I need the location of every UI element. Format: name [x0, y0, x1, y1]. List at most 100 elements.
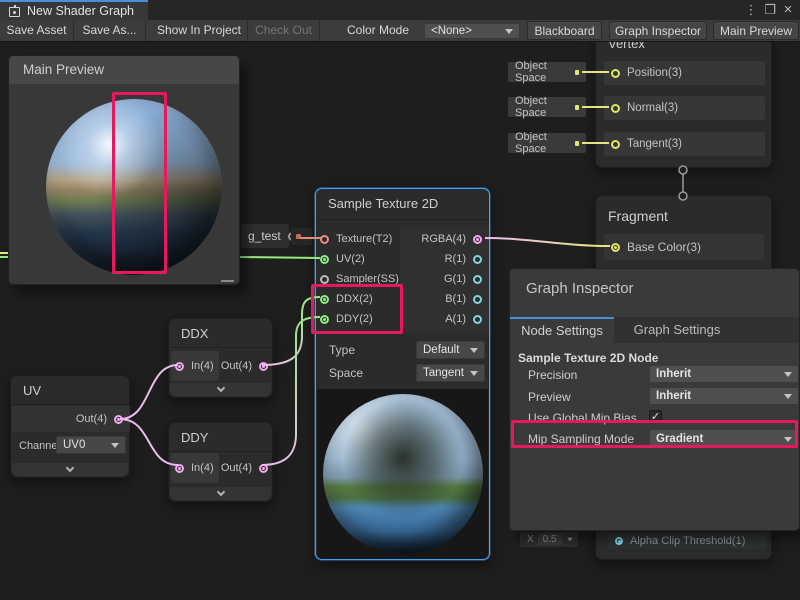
input-ddy[interactable]: DDY(2) [318, 309, 400, 329]
vector1-port-icon[interactable] [615, 537, 623, 545]
graph-inspector-toggle-button[interactable]: Graph Inspector [609, 21, 707, 40]
vector1-port-icon[interactable] [473, 275, 482, 284]
graph-inspector-panel[interactable]: Graph Inspector Node Settings Graph Sett… [509, 268, 800, 531]
close-icon[interactable]: × [779, 0, 797, 20]
vector3-port-icon[interactable] [611, 140, 620, 149]
vector2-port-icon[interactable] [320, 255, 329, 264]
space-chip-position[interactable]: Object Space [508, 62, 586, 82]
space-dropdown[interactable]: Tangent [416, 364, 485, 382]
vector3-port-icon[interactable] [611, 104, 620, 113]
precision-dropdown[interactable]: Inherit [649, 365, 799, 383]
vector3-port-icon[interactable] [611, 243, 620, 252]
preview-value: Inherit [656, 390, 691, 402]
port-label: A(1) [445, 313, 466, 325]
sample-texture-2d-node[interactable]: Sample Texture 2D Texture(T2) UV(2) Samp… [315, 188, 490, 560]
ddx-output-cell[interactable]: Out(4) [221, 351, 272, 381]
chevron-down-icon [505, 29, 513, 34]
alpha-clip-value-chip[interactable]: X 0.5 [520, 532, 578, 547]
kebab-menu-icon[interactable]: ⋮ [742, 0, 760, 20]
vertex-port-position[interactable]: Position(3) [604, 61, 765, 85]
port-label: Out(4) [221, 462, 252, 474]
vector3-port-icon[interactable] [611, 69, 620, 78]
space-chip-tangent[interactable]: Object Space [508, 133, 586, 153]
vector1-port-icon[interactable] [473, 295, 482, 304]
vertex-port-tangent[interactable]: Tangent(3) [604, 132, 765, 156]
ddx-node[interactable]: DDX In(4) Out(4) [168, 318, 273, 398]
vector4-port-icon[interactable] [259, 362, 268, 371]
value-chip-axis-label: X [527, 534, 534, 545]
output-g[interactable]: G(1) [400, 269, 489, 289]
uv-collapse-button[interactable] [12, 463, 128, 476]
type-dropdown[interactable]: Default [416, 341, 485, 359]
input-uv[interactable]: UV(2) [318, 249, 400, 269]
channel-dropdown[interactable]: UV0 [56, 436, 126, 454]
mip-sampling-mode-dropdown[interactable]: Gradient [649, 429, 799, 449]
ddy-node[interactable]: DDY In(4) Out(4) [168, 422, 273, 502]
ddy-collapse-button[interactable] [170, 487, 271, 500]
show-in-project-button[interactable]: Show In Project [151, 20, 248, 41]
space-label: Space [329, 366, 363, 380]
check-out-button[interactable]: Check Out [248, 20, 320, 41]
inspector-tab-bar: Node Settings Graph Settings [510, 317, 799, 343]
ddx-input-cell[interactable]: In(4) [171, 351, 219, 381]
fragment-port-base-color[interactable]: Base Color(3) [604, 234, 764, 260]
fragment-node-title: Fragment [596, 196, 771, 231]
resize-grip[interactable] [221, 280, 234, 282]
output-r[interactable]: R(1) [400, 249, 489, 269]
input-ddx[interactable]: DDX(2) [318, 289, 400, 309]
fragment-port-alpha-clip[interactable]: Alpha Clip Threshold(1) [608, 533, 766, 549]
type-label: Type [329, 343, 355, 357]
main-preview-panel[interactable]: Main Preview [8, 55, 240, 285]
vector4-port-icon[interactable] [473, 235, 482, 244]
vector4-port-icon[interactable] [175, 464, 184, 473]
output-a[interactable]: A(1) [400, 309, 489, 329]
main-preview-toggle-button[interactable]: Main Preview [713, 21, 799, 40]
port-label: DDX(2) [336, 293, 373, 305]
main-preview-header[interactable]: Main Preview [9, 56, 239, 84]
shader-graph-canvas[interactable]: Vertex Position(3) Normal(3) Tangent(3) … [0, 42, 800, 600]
use-global-mip-bias-checkbox[interactable]: ✓ [649, 410, 662, 423]
property-node-g-test[interactable]: g_test [241, 224, 289, 248]
vertex-port-normal[interactable]: Normal(3) [604, 96, 765, 120]
maximize-icon[interactable]: ❐ [761, 0, 779, 20]
sampler-port-icon[interactable] [320, 275, 329, 284]
texture2d-port-icon[interactable] [320, 235, 329, 244]
preview-label: Preview [528, 390, 571, 404]
ddy-input-cell[interactable]: In(4) [171, 453, 219, 483]
save-as-button[interactable]: Save As... [74, 20, 146, 41]
vector4-port-icon[interactable] [259, 464, 268, 473]
vector4-port-icon[interactable] [114, 415, 123, 424]
tab-graph-settings[interactable]: Graph Settings [622, 317, 732, 343]
vector1-port-icon[interactable] [473, 255, 482, 264]
ddx-node-title: DDX [169, 319, 272, 348]
vertex-node[interactable]: Vertex Position(3) Normal(3) Tangent(3) [595, 42, 772, 168]
blackboard-toggle-button[interactable]: Blackboard [527, 21, 602, 40]
ddx-collapse-button[interactable] [170, 383, 271, 396]
color-mode-dropdown[interactable]: <None> [424, 23, 520, 39]
ddy-output-cell[interactable]: Out(4) [221, 453, 272, 483]
tab-new-shader-graph[interactable]: New Shader Graph [0, 0, 148, 20]
output-b[interactable]: B(1) [400, 289, 489, 309]
preview-dropdown[interactable]: Inherit [649, 387, 799, 405]
save-asset-button[interactable]: Save Asset [0, 20, 74, 41]
port-label: Texture(T2) [336, 233, 392, 245]
value-chip-value[interactable]: 0.5 [538, 534, 562, 545]
vector1-port-icon[interactable] [473, 315, 482, 324]
main-preview-sphere[interactable] [46, 99, 222, 275]
texture-dot-icon [296, 234, 301, 239]
texture-value-chip[interactable] [291, 228, 312, 245]
node-preview-area [317, 389, 488, 559]
color-mode-value: <None> [431, 25, 472, 37]
uv-output-cell[interactable]: Out(4) [12, 406, 130, 432]
vector2-port-icon[interactable] [320, 295, 329, 304]
space-chip-normal[interactable]: Object Space [508, 97, 586, 117]
vector2-port-icon[interactable] [320, 315, 329, 324]
input-texture[interactable]: Texture(T2) [318, 229, 400, 249]
tab-node-settings[interactable]: Node Settings [510, 317, 614, 343]
vector4-port-icon[interactable] [175, 362, 184, 371]
output-rgba[interactable]: RGBA(4) [400, 229, 489, 249]
port-label: Alpha Clip Threshold(1) [630, 535, 745, 547]
input-sampler[interactable]: Sampler(SS) [318, 269, 400, 289]
chevron-down-icon [784, 394, 792, 399]
uv-node[interactable]: UV Out(4) Channe UV0 [10, 375, 130, 478]
